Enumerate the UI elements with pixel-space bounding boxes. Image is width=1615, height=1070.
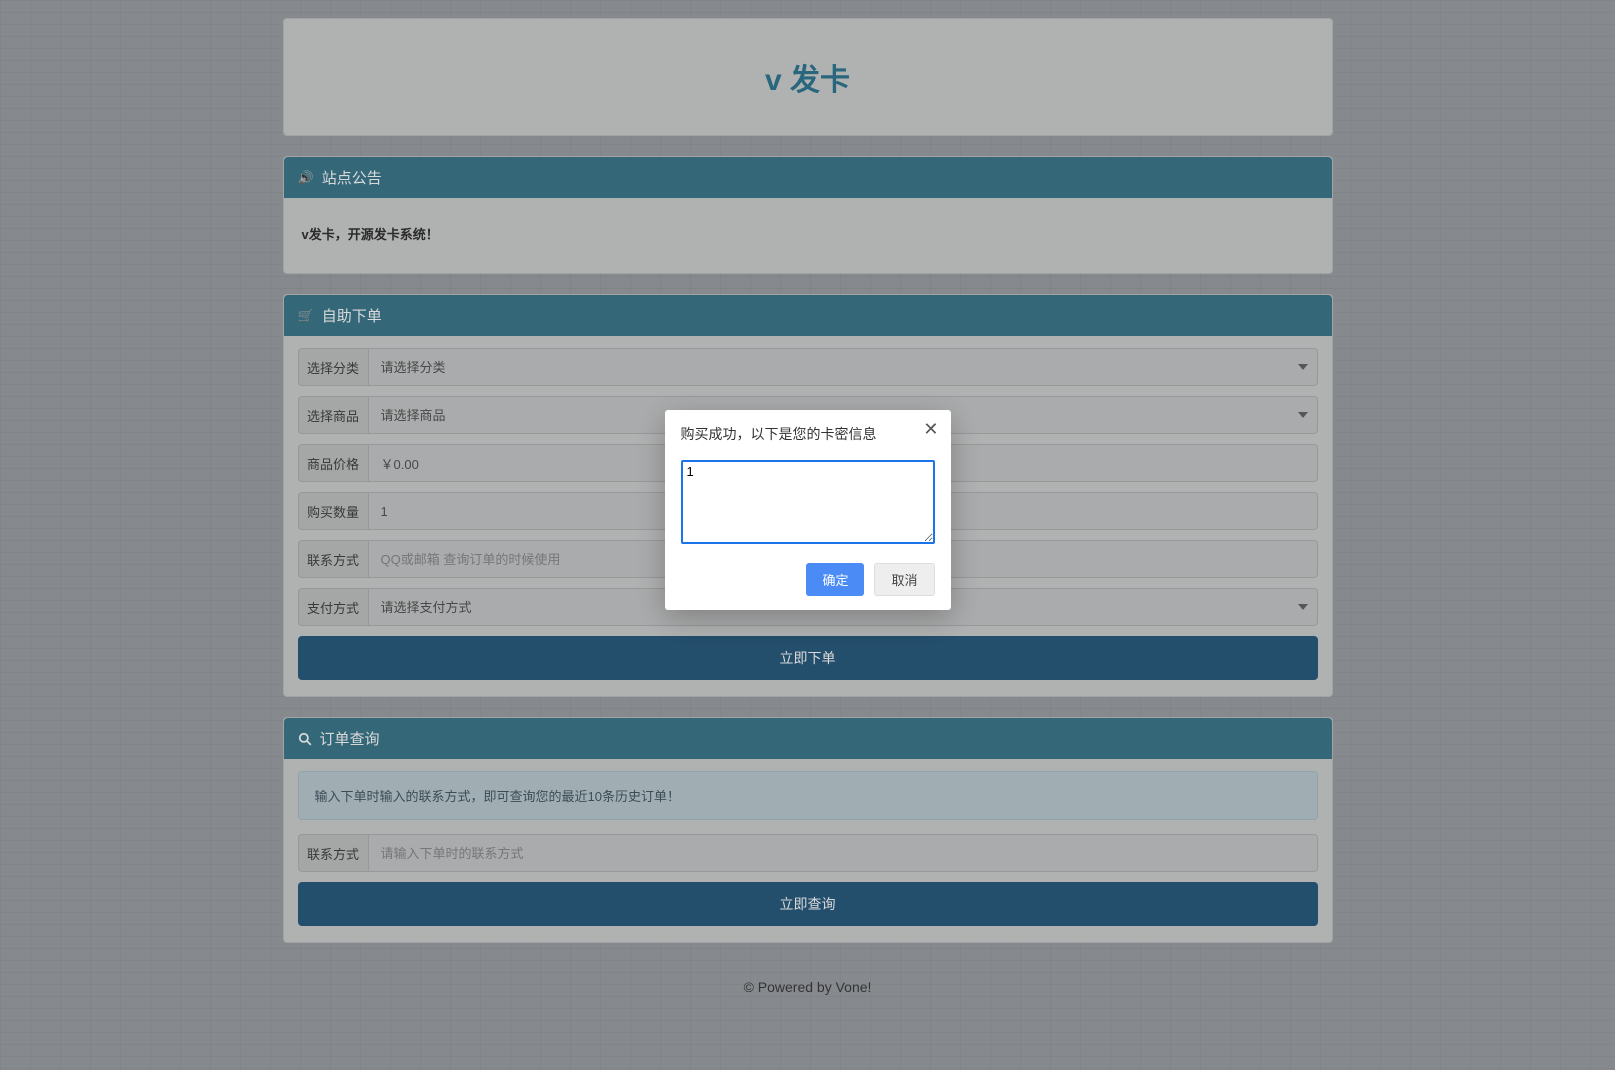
close-icon[interactable]: ✕ bbox=[923, 420, 938, 438]
cancel-button[interactable]: 取消 bbox=[874, 563, 934, 596]
ok-button[interactable]: 确定 bbox=[806, 563, 864, 596]
card-info-textarea[interactable] bbox=[681, 460, 935, 544]
modal-title: 购买成功，以下是您的卡密信息 bbox=[681, 424, 935, 444]
success-modal: 购买成功，以下是您的卡密信息 ✕ 确定 取消 bbox=[665, 410, 951, 610]
modal-backdrop[interactable]: 购买成功，以下是您的卡密信息 ✕ 确定 取消 bbox=[0, 0, 1615, 1070]
